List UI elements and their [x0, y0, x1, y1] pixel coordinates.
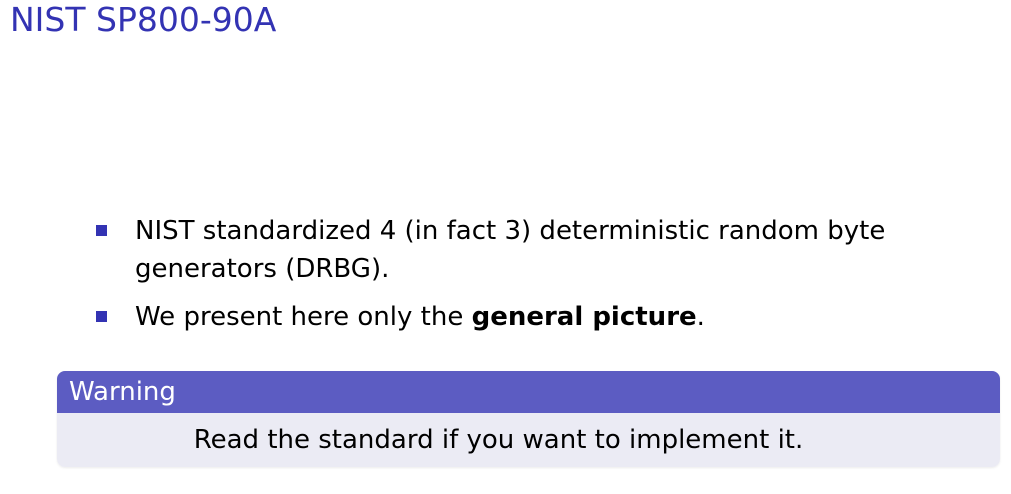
bullet-list: NIST standardized 4 (in fact 3) determin…	[96, 212, 976, 346]
bullet-item: We present here only the general picture…	[96, 298, 976, 336]
bullet-text: NIST standardized 4 (in fact 3) determin…	[135, 216, 886, 284]
square-bullet-icon	[96, 311, 107, 322]
warning-title: Warning	[57, 371, 1000, 413]
bullet-item: NIST standardized 4 (in fact 3) determin…	[96, 212, 976, 288]
warning-block: Warning Read the standard if you want to…	[57, 371, 1000, 467]
slide-title: NIST SP800-90A	[10, 0, 277, 39]
bullet-text-suffix: .	[696, 302, 705, 332]
square-bullet-icon	[96, 225, 107, 236]
warning-body: Read the standard if you want to impleme…	[57, 413, 1000, 467]
bullet-emphasis: general picture	[471, 302, 697, 332]
bullet-text-prefix: We present here only the	[135, 302, 472, 332]
